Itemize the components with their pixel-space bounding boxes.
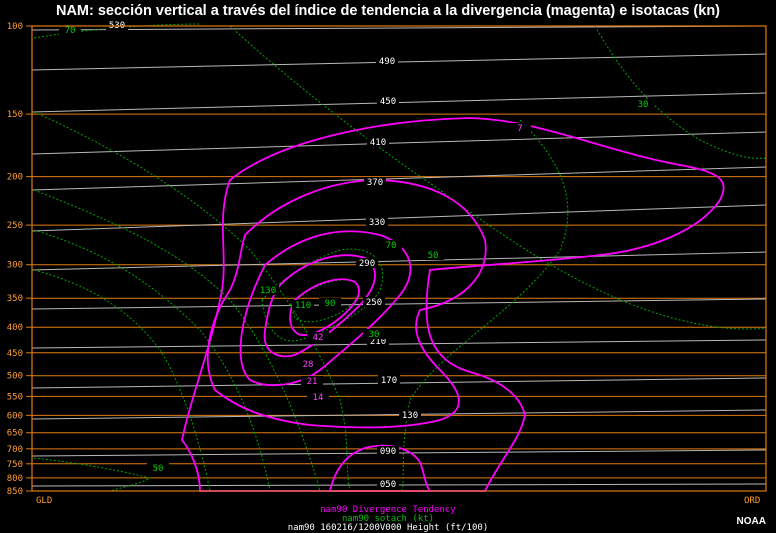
- isotach-label-0: 70: [65, 26, 76, 36]
- isotach-contour-5: [33, 269, 211, 492]
- tick-label-850: 850: [7, 487, 23, 497]
- contour-labels: 4904504103703302902502101701300900505307…: [59, 20, 654, 490]
- height-label-0: 490: [379, 57, 395, 67]
- height-label-2: 410: [370, 138, 386, 148]
- x-start-label: GLD: [36, 496, 52, 506]
- tick-label-450: 450: [7, 349, 23, 359]
- isotach-label-1: 30: [638, 100, 649, 110]
- tick-label-250: 250: [7, 221, 23, 231]
- height-contour-0: [31, 53, 767, 71]
- legend-height: nam90 160216/1200V000 Height (ft/100): [287, 523, 489, 533]
- height-label-3: 370: [367, 178, 383, 188]
- x-end-label: ORD: [744, 496, 760, 506]
- cross-section-plot: 4904504103703302902502101701300900505307…: [7, 20, 767, 506]
- height-label-5: 290: [359, 259, 375, 269]
- tick-label-100: 100: [7, 22, 23, 32]
- tick-label-700: 700: [7, 445, 23, 455]
- divergence-label-1: 14: [313, 393, 324, 403]
- isotach-contours: [33, 23, 767, 492]
- isotach-label-5: 110: [295, 301, 311, 311]
- tick-label-500: 500: [7, 372, 23, 382]
- height-label-9: 130: [402, 411, 418, 421]
- isotach-label-2: 50: [428, 251, 439, 261]
- isotach-label-4: 130: [260, 286, 276, 296]
- credit: NOAA: [736, 516, 766, 527]
- divergence-label-0: 7: [517, 124, 522, 134]
- tick-label-800: 800: [7, 474, 23, 484]
- tick-label-650: 650: [7, 429, 23, 439]
- tick-label-150: 150: [7, 110, 23, 120]
- height-label-8: 170: [381, 376, 397, 386]
- isotach-label-3: 70: [386, 241, 397, 251]
- pressure-axis: 100 150 200 250 300 350 400 450 500 550 600 650 700 7…: [7, 22, 32, 497]
- divergence-label-2: 21: [307, 377, 318, 387]
- tick-label-400: 400: [7, 323, 23, 333]
- isotach-label-8: 50: [153, 464, 164, 474]
- height-label-10: 090: [380, 447, 396, 457]
- height-contour-4: [31, 204, 767, 232]
- height-label-11: 050: [380, 480, 396, 490]
- tick-label-600: 600: [7, 411, 23, 421]
- isotach-contour-6: [229, 25, 767, 330]
- isotach-label-7: 30: [369, 330, 380, 340]
- divergence-label-5: 42: [313, 333, 324, 343]
- isotach-contour-2: [594, 25, 767, 159]
- height-label-6: 250: [366, 298, 382, 308]
- height-contour-7: [31, 339, 767, 349]
- isotach-label-6: 90: [325, 299, 336, 309]
- divergence-label-3: 28: [303, 360, 314, 370]
- divergence-tendency-contours: [181, 117, 725, 492]
- tick-label-200: 200: [7, 173, 23, 183]
- legend: nam90 Divergence Tendency nam90 sotach (…: [0, 506, 776, 533]
- tick-label-550: 550: [7, 392, 23, 402]
- height-contour-5: [31, 251, 767, 271]
- tick-label-750: 750: [7, 460, 23, 470]
- divergence-contour-0: [181, 117, 725, 492]
- tick-label-350: 350: [7, 294, 23, 304]
- isotach-contour-3: [33, 189, 321, 492]
- height-contour-2: [31, 131, 767, 155]
- height-contour-3: [31, 166, 767, 191]
- height-label-1: 450: [380, 97, 396, 107]
- height-label-4: 330: [369, 218, 385, 228]
- tick-label-300: 300: [7, 261, 23, 271]
- height-contour-6: [31, 298, 767, 310]
